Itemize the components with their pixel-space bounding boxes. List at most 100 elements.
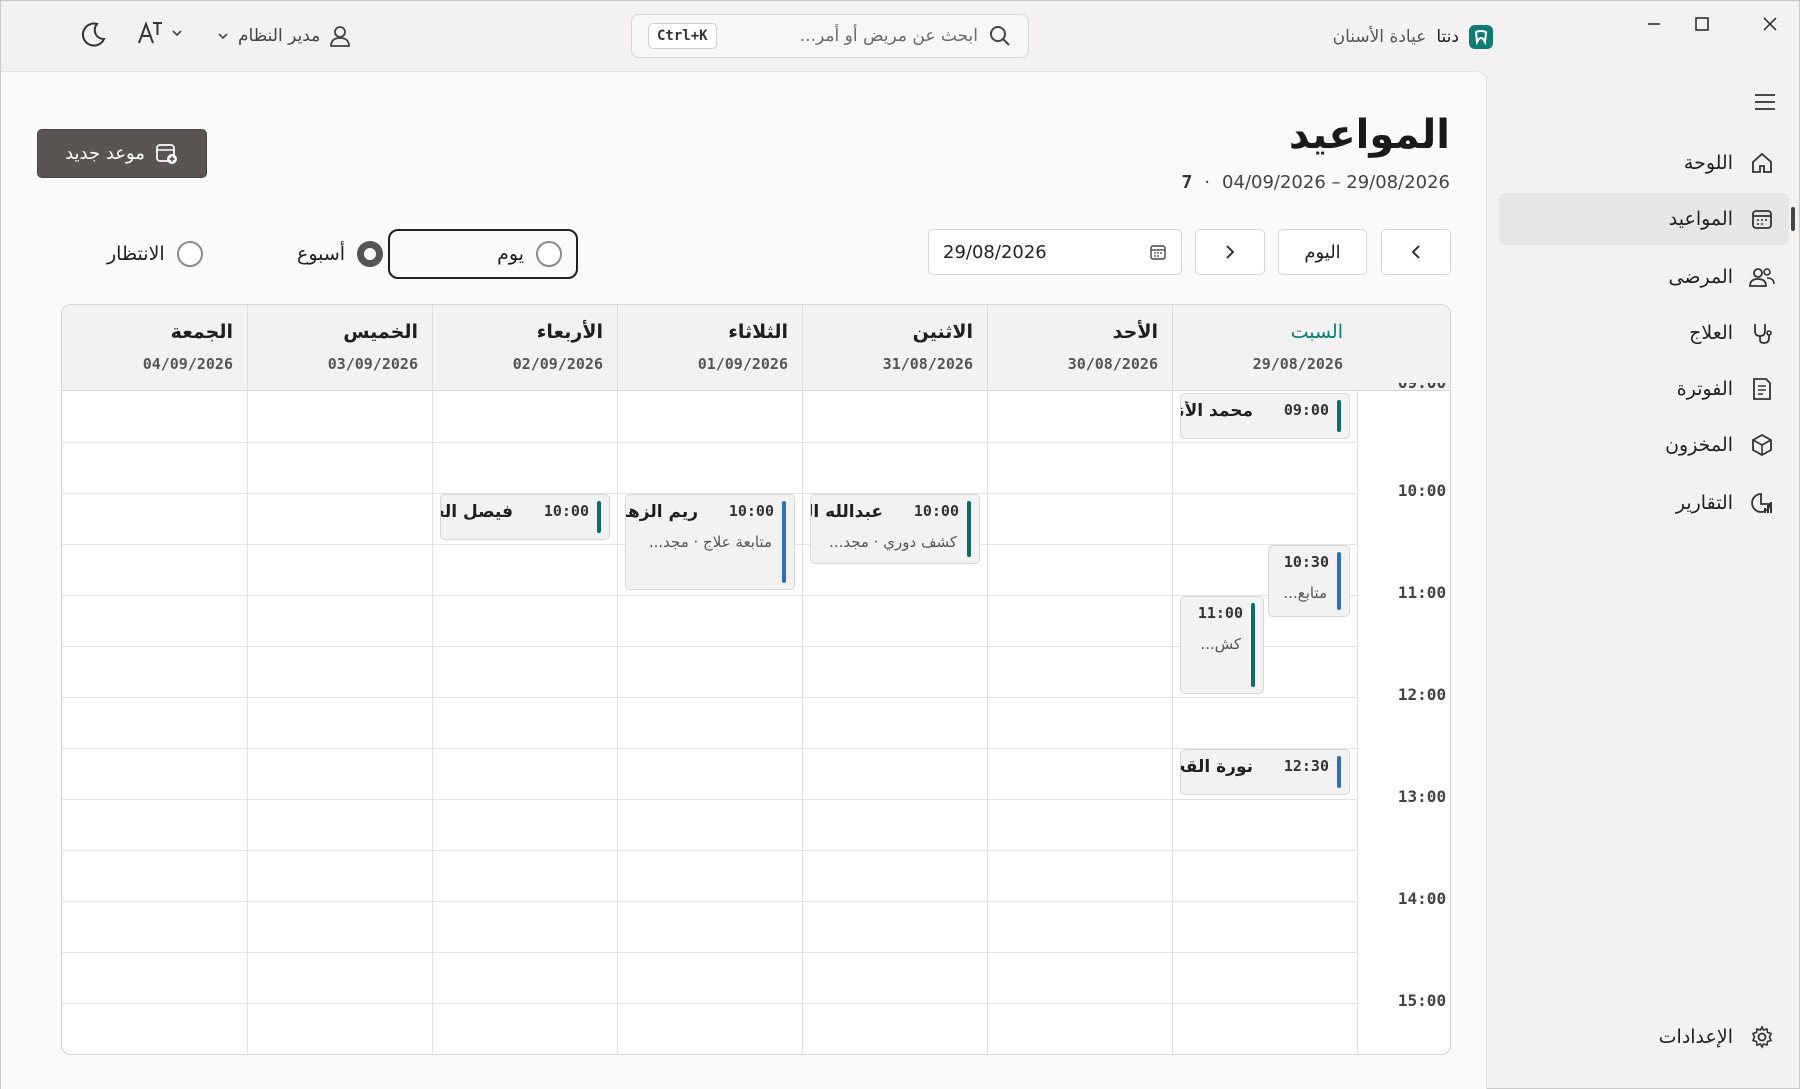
appointment-card[interactable]: 09:00 محمد الأنصاري [1180, 393, 1350, 439]
hamburger-icon [1755, 94, 1775, 110]
sidebar-item-dashboard[interactable]: اللوحة [1499, 137, 1789, 189]
users-icon [1749, 264, 1775, 290]
sidebar-item-appointments[interactable]: المواعيد [1499, 193, 1795, 245]
date-range-text: 29/08/2026 – 04/09/2026 [1222, 172, 1450, 193]
grid-line [62, 850, 1358, 851]
brand-name: دنتا [1436, 27, 1459, 47]
sidebar-item-treatment[interactable]: العلاج [1499, 307, 1789, 359]
sidebar: اللوحة المواعيد المرضى العلاج الفوترة ال… [1489, 71, 1799, 1089]
range-separator: · [1204, 172, 1211, 193]
today-button[interactable]: اليوم [1278, 229, 1367, 275]
stethoscope-icon [1749, 320, 1775, 346]
week-radio[interactable] [357, 241, 384, 267]
day-header-wed[interactable]: الأربعاء 02/09/2026 [432, 305, 617, 391]
text-size-button[interactable] [136, 19, 184, 47]
time-label: 11:00 [1397, 583, 1447, 602]
appointment-card[interactable]: 12:30 نورة القحطاني [1180, 749, 1350, 795]
grid-line [62, 697, 1358, 698]
day-header-sat[interactable]: السبت 29/08/2026 [1172, 305, 1357, 391]
day-separator [432, 391, 433, 1054]
chevron-right-icon [1226, 245, 1235, 259]
page-title: المواعيد [1288, 112, 1450, 158]
calendar-add-icon [156, 143, 177, 164]
day-header-mon[interactable]: الاثنين 31/08/2026 [802, 305, 987, 391]
user-icon [330, 26, 351, 47]
time-label: 14:00 [1397, 889, 1447, 908]
sidebar-item-inventory[interactable]: المخزون [1499, 419, 1789, 471]
day-separator [987, 391, 988, 1054]
search-shortcut: Ctrl+K [648, 23, 717, 49]
search-box[interactable]: ابحث عن مريض أو أمر... Ctrl+K [631, 14, 1029, 58]
search-icon [990, 26, 1010, 46]
text-size-icon [138, 21, 162, 44]
close-window-button[interactable] [1747, 7, 1793, 41]
sidebar-item-settings[interactable]: الإعدادات [1499, 1011, 1789, 1063]
day-header-fri[interactable]: الجمعة 04/09/2026 [62, 305, 247, 391]
appointment-card[interactable]: 10:00 عبدالله الشمري كشف دوري · مجد... [810, 494, 980, 564]
day-header-sun[interactable]: الأحد 30/08/2026 [987, 305, 1172, 391]
day-header-thu[interactable]: الخميس 03/09/2026 [247, 305, 432, 391]
day-label: يوم [497, 243, 524, 265]
time-label: 09:00 [1392, 383, 1450, 393]
time-label: 13:00 [1397, 787, 1447, 806]
new-appointment-button[interactable]: موعد جديد [37, 129, 207, 178]
date-range: 29/08/2026 – 04/09/2026 · 7 [1181, 172, 1450, 193]
app-window: دنتا عيادة الأسنان ابحث عن مريض أو أمر..… [0, 0, 1800, 1089]
grid-line [62, 748, 1358, 749]
view-option-week[interactable]: أسبوع [297, 229, 384, 279]
home-icon [1749, 150, 1775, 176]
title-bar: دنتا عيادة الأسنان ابحث عن مريض أو أمر..… [1, 1, 1800, 71]
chevron-left-icon [1411, 245, 1420, 259]
day-radio[interactable] [536, 241, 562, 267]
close-icon [1763, 17, 1777, 31]
main-content: المواعيد 29/08/2026 – 04/09/2026 · 7 موع… [1, 71, 1487, 1089]
next-week-button[interactable] [1195, 229, 1265, 275]
view-option-queue[interactable]: الانتظار [107, 229, 203, 279]
grid-line [62, 799, 1358, 800]
previous-week-button[interactable] [1381, 229, 1451, 275]
appointment-card[interactable]: 11:00 كش... [1180, 596, 1264, 694]
user-menu[interactable]: مدير النظام [216, 21, 352, 51]
gear-icon [1749, 1024, 1775, 1050]
search-placeholder: ابحث عن مريض أو أمر... [799, 26, 978, 46]
calendar-icon [1749, 206, 1775, 232]
new-appointment-label: موعد جديد [65, 143, 145, 164]
appointment-card[interactable]: 10:00 ريم الزهراني متابعة علاج · مجد... [625, 494, 795, 590]
time-label: 10:00 [1397, 481, 1447, 500]
grid-line [62, 595, 1358, 596]
tooth-logo-icon [1469, 25, 1493, 49]
moon-icon [81, 22, 106, 47]
calendar-header: السبت 29/08/2026 الأحد 30/08/2026 الاثني… [62, 305, 1450, 391]
day-header-tue[interactable]: الثلاثاء 01/09/2026 [617, 305, 802, 391]
brand: دنتا عيادة الأسنان [1333, 23, 1493, 51]
appointment-count: 7 [1181, 172, 1193, 193]
maximize-icon [1695, 17, 1709, 31]
box-icon [1749, 432, 1775, 458]
appointment-card[interactable]: 10:30 متابع... [1268, 545, 1350, 617]
sidebar-item-patients[interactable]: المرضى [1499, 251, 1789, 303]
sidebar-item-billing[interactable]: الفوترة [1499, 363, 1789, 415]
grid-line [62, 646, 1358, 647]
calendar-icon [1150, 245, 1166, 260]
day-separator [617, 391, 618, 1054]
date-picker-input[interactable]: 29/08/2026 [928, 229, 1182, 275]
queue-label: الانتظار [107, 243, 165, 265]
appointment-card[interactable]: 10:00 فيصل العتيبي [440, 494, 610, 540]
grid-line [62, 442, 1358, 443]
time-label: 15:00 [1397, 991, 1447, 1010]
theme-toggle-button[interactable] [79, 21, 107, 53]
chevron-down-icon [172, 30, 182, 37]
sidebar-item-reports[interactable]: التقارير [1499, 477, 1789, 529]
minimize-icon [1648, 23, 1660, 25]
queue-radio[interactable] [176, 241, 203, 267]
grid-line [62, 1003, 1358, 1004]
grid-line [62, 901, 1358, 902]
view-option-day[interactable]: يوم [388, 229, 578, 279]
day-separator [1172, 391, 1173, 1054]
day-separator [1357, 391, 1358, 1054]
minimize-window-button[interactable] [1631, 7, 1677, 41]
week-label: أسبوع [297, 243, 346, 265]
day-separator [247, 391, 248, 1054]
menu-toggle-button[interactable] [1753, 91, 1777, 117]
maximize-window-button[interactable] [1679, 7, 1725, 41]
